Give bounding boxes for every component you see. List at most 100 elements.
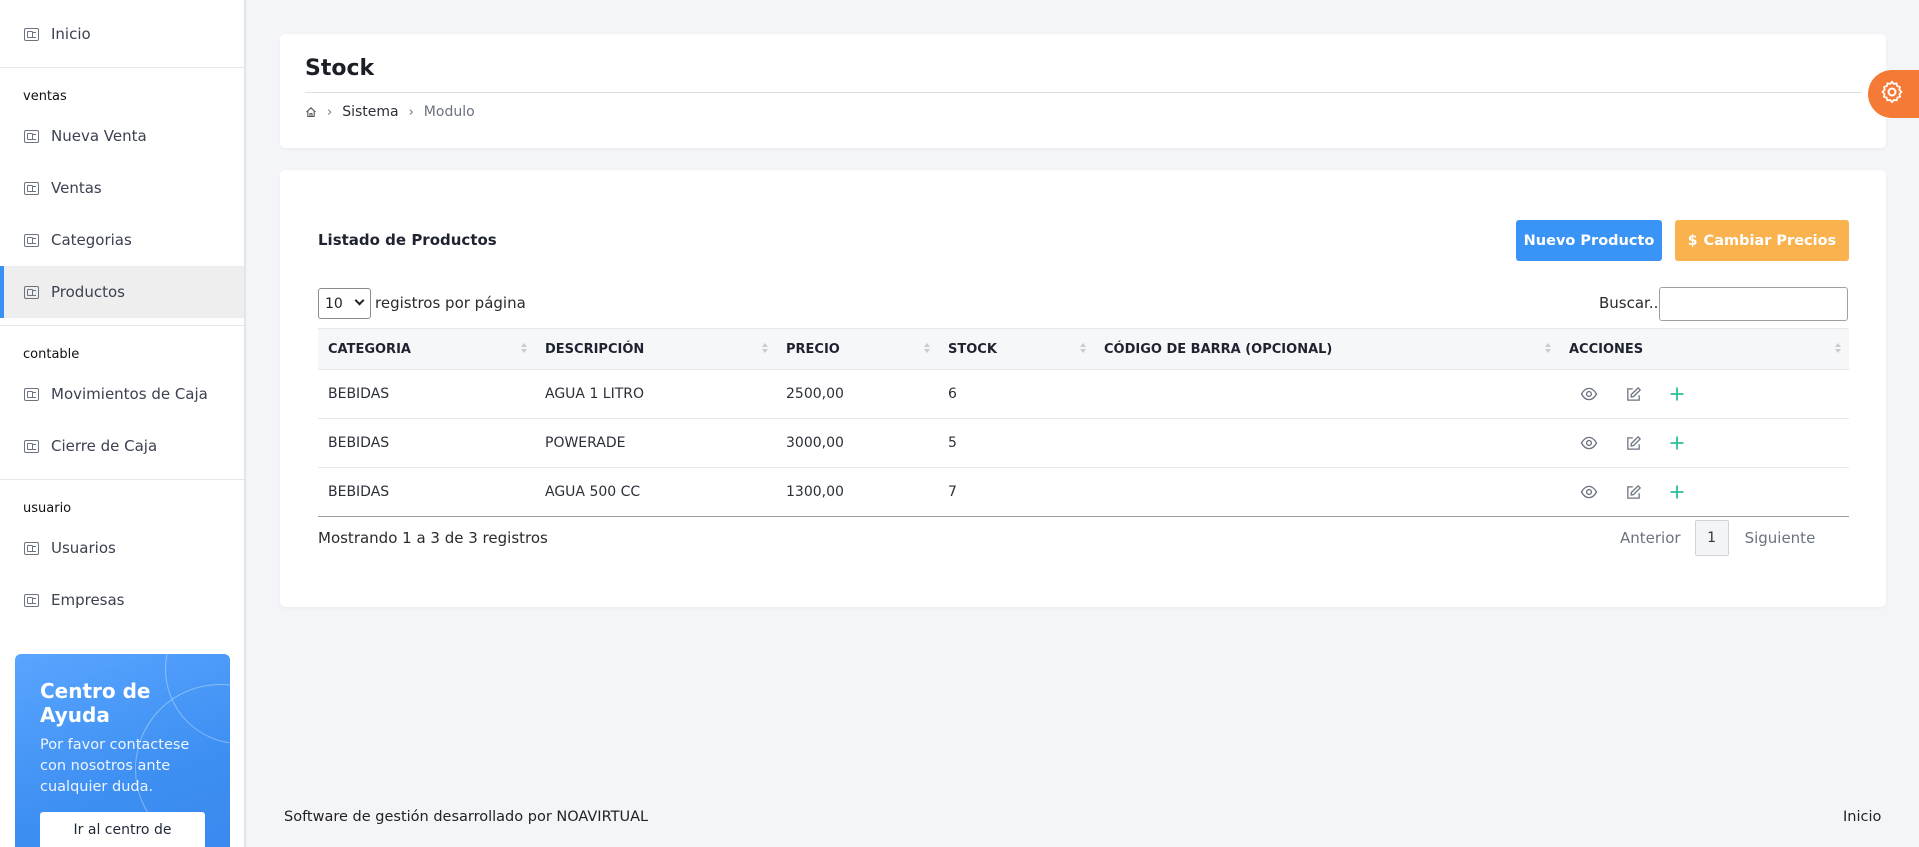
sidebar-item-empresas[interactable]: Empresas — [0, 574, 244, 626]
sidebar-item-movimientos-de-caja[interactable]: Movimientos de Caja — [0, 368, 244, 420]
pagination-page[interactable]: 1 — [1694, 520, 1729, 556]
eye-icon[interactable] — [1579, 482, 1599, 502]
cell-precio: 1300,00 — [776, 467, 938, 517]
footer-link-inicio[interactable]: Inicio — [1843, 809, 1881, 825]
table-info: Mostrando 1 a 3 de 3 registros — [318, 529, 548, 547]
cell-stock: 5 — [938, 418, 1094, 468]
cell-descripcion: POWERADE — [535, 418, 776, 468]
cell-acciones — [1559, 369, 1849, 419]
chevron-down-icon — [354, 295, 365, 306]
sidebar-item-productos[interactable]: Productos — [0, 266, 244, 318]
table-row: BEBIDAS POWERADE 3000,00 5 — [318, 418, 1849, 468]
settings-button[interactable] — [1868, 70, 1919, 118]
sidebar-item-usuarios[interactable]: Usuarios — [0, 522, 244, 574]
column-header-stock[interactable]: STOCK — [938, 328, 1094, 370]
page-title: Stock — [305, 56, 375, 81]
change-prices-button[interactable]: $ Cambiar Precios — [1675, 220, 1849, 261]
sidebar-item-label: Ventas — [51, 179, 102, 197]
column-header-descripcion[interactable]: DESCRIPCIÓN — [535, 328, 776, 370]
breadcrumb: › Sistema › Modulo — [305, 104, 475, 120]
card-icon — [24, 439, 39, 453]
sidebar-item-label: Empresas — [51, 591, 125, 609]
edit-icon[interactable] — [1623, 384, 1643, 404]
gear-icon — [1879, 79, 1905, 109]
cell-acciones — [1559, 418, 1849, 468]
breadcrumb-item-sistema[interactable]: Sistema — [342, 104, 398, 120]
pagination: Anterior 1 Siguiente — [1620, 520, 1815, 556]
cell-categoria: BEBIDAS — [318, 369, 535, 419]
plus-icon[interactable] — [1667, 482, 1687, 502]
column-label: CÓDIGO DE BARRA (OPCIONAL) — [1104, 341, 1333, 357]
card-icon — [24, 181, 39, 195]
page-header: Stock › Sistema › Modulo — [280, 34, 1886, 148]
list-title: Listado de Productos — [318, 231, 497, 249]
plus-icon[interactable] — [1667, 384, 1687, 404]
search-input[interactable] — [1659, 287, 1848, 321]
cell-stock: 7 — [938, 467, 1094, 517]
pagination-previous[interactable]: Anterior — [1620, 529, 1681, 547]
card-icon — [24, 233, 39, 247]
cell-precio: 3000,00 — [776, 418, 938, 468]
column-label: DESCRIPCIÓN — [545, 341, 645, 357]
chevron-right-icon: › — [327, 104, 333, 120]
sidebar-item-label: Cierre de Caja — [51, 437, 158, 455]
column-header-precio[interactable]: PRECIO — [776, 328, 938, 370]
card-icon — [24, 129, 39, 143]
column-label: ACCIONES — [1569, 341, 1644, 357]
sidebar-item-nueva-venta[interactable]: Nueva Venta — [0, 110, 244, 162]
section-title-ventas: ventas — [23, 89, 67, 104]
cell-stock: 6 — [938, 369, 1094, 419]
sidebar-item-label: Categorias — [51, 231, 132, 249]
table-row: BEBIDAS AGUA 500 CC 1300,00 7 — [318, 467, 1849, 517]
sidebar-item-cierre-de-caja[interactable]: Cierre de Caja — [0, 420, 244, 472]
page-length-select[interactable]: 10 — [318, 288, 371, 319]
page-length-label: registros por página — [375, 294, 526, 312]
plus-icon[interactable] — [1667, 433, 1687, 453]
sidebar-item-categorias[interactable]: Categorias — [0, 214, 244, 266]
sidebar-item-ventas[interactable]: Ventas — [0, 162, 244, 214]
products-table: CATEGORIA DESCRIPCIÓN PRECIO STOCK CÓDIG… — [318, 328, 1849, 517]
eye-icon[interactable] — [1579, 384, 1599, 404]
column-label: STOCK — [948, 341, 997, 357]
help-text: Por favor contactese con nosotros ante c… — [40, 737, 190, 795]
search-label: Buscar... — [1599, 294, 1664, 312]
column-label: PRECIO — [786, 341, 840, 357]
products-card: Listado de Productos Nuevo Producto $ Ca… — [280, 170, 1886, 607]
eye-icon[interactable] — [1579, 433, 1599, 453]
column-label: CATEGORIA — [328, 341, 411, 357]
new-product-button[interactable]: Nuevo Producto — [1516, 220, 1662, 261]
card-icon — [24, 387, 39, 401]
page-length-value: 10 — [325, 295, 343, 312]
sidebar-item-label: Movimientos de Caja — [51, 385, 208, 403]
cell-codigo — [1094, 467, 1559, 517]
cell-categoria: BEBIDAS — [318, 418, 535, 468]
cell-precio: 2500,00 — [776, 369, 938, 419]
sidebar-item-inicio[interactable]: Inicio — [0, 8, 244, 60]
section-title-usuario: usuario — [23, 501, 72, 516]
table-header-row: CATEGORIA DESCRIPCIÓN PRECIO STOCK CÓDIG… — [318, 328, 1849, 370]
cell-codigo — [1094, 418, 1559, 468]
help-title: Centro de Ayuda — [40, 679, 151, 727]
edit-icon[interactable] — [1623, 482, 1643, 502]
cell-codigo — [1094, 369, 1559, 419]
section-title-contable: contable — [23, 347, 80, 362]
column-header-categoria[interactable]: CATEGORIA — [318, 328, 535, 370]
edit-icon[interactable] — [1623, 433, 1643, 453]
table-row: BEBIDAS AGUA 1 LITRO 2500,00 6 — [318, 369, 1849, 419]
footer-credit: Software de gestión desarrollado por NOA… — [284, 809, 649, 825]
card-icon — [24, 285, 39, 299]
pagination-next[interactable]: Siguiente — [1745, 529, 1816, 547]
breadcrumb-item-modulo: Modulo — [423, 104, 475, 120]
chevron-right-icon: › — [408, 104, 414, 120]
cell-descripcion: AGUA 500 CC — [535, 467, 776, 517]
help-center-button[interactable]: Ir al centro de — [40, 812, 205, 847]
help-center-card: Centro de Ayuda Por favor contactese con… — [15, 654, 230, 847]
column-header-acciones[interactable]: ACCIONES — [1559, 328, 1849, 370]
sidebar-item-label: Inicio — [51, 25, 91, 43]
home-icon[interactable] — [305, 106, 317, 118]
change-prices-label: Cambiar Precios — [1703, 232, 1837, 249]
sidebar-item-label: Usuarios — [51, 539, 116, 557]
sidebar-item-label: Productos — [51, 283, 125, 301]
column-header-codigo-de-barra[interactable]: CÓDIGO DE BARRA (OPCIONAL) — [1094, 328, 1559, 370]
card-icon — [24, 541, 39, 555]
